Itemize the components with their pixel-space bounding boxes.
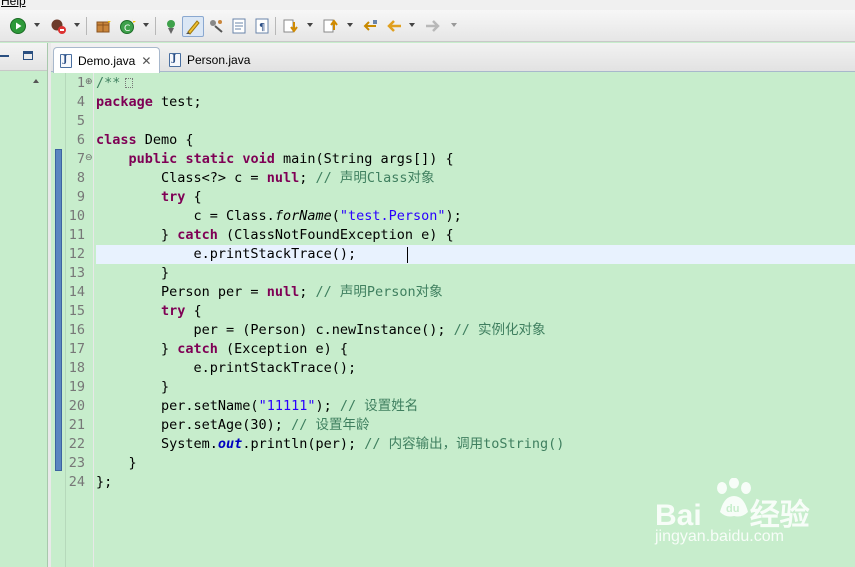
open-type-icon[interactable] bbox=[162, 17, 180, 35]
line-number: 13 bbox=[68, 265, 85, 281]
back-dropdown-icon[interactable] bbox=[409, 23, 415, 27]
code-line[interactable]: } bbox=[96, 378, 169, 397]
code-line[interactable]: } bbox=[96, 264, 169, 283]
line-number: 8 bbox=[76, 170, 85, 186]
previous-annotation-icon[interactable] bbox=[322, 17, 340, 35]
toolbar: C ¶ bbox=[0, 10, 855, 42]
code-line[interactable]: } bbox=[96, 454, 137, 473]
line-number: 4 bbox=[76, 94, 85, 110]
line-number: 6 bbox=[76, 132, 85, 148]
code-line[interactable]: try { bbox=[96, 302, 202, 321]
code-line[interactable]: public static void main(String args[]) { bbox=[96, 150, 454, 169]
collapse-fold-icon[interactable]: ⊖ bbox=[85, 153, 93, 163]
code-line[interactable]: per = (Person) c.newInstance(); // 实例化对象 bbox=[96, 321, 546, 340]
range-indicator bbox=[55, 149, 62, 471]
line-number: 10 bbox=[68, 208, 85, 224]
code-line[interactable]: per.setAge(30); // 设置年龄 bbox=[96, 416, 369, 435]
close-icon[interactable]: ✕ bbox=[141, 54, 151, 68]
scroll-up-icon[interactable] bbox=[33, 79, 39, 83]
baidu-jingyan-watermark: Bai 经验 du jingyan.baidu.com bbox=[655, 478, 855, 567]
code-line[interactable]: Class<?> c = null; // 声明Class对象 bbox=[96, 169, 434, 188]
code-line[interactable]: System.out.println(per); // 内容输出，调用toStr… bbox=[96, 435, 564, 454]
new-java-package-icon[interactable] bbox=[94, 17, 112, 35]
folded-comment-indicator[interactable] bbox=[125, 78, 133, 88]
vertical-ruler bbox=[51, 73, 66, 567]
code-line[interactable]: e.printStackTrace(); bbox=[96, 359, 357, 378]
line-number: 19 bbox=[68, 379, 85, 395]
line-number: 1 bbox=[76, 75, 85, 91]
next-annotation-dropdown-icon[interactable] bbox=[307, 23, 313, 27]
code-line[interactable]: e.printStackTrace(); bbox=[96, 245, 357, 264]
maximize-icon[interactable] bbox=[23, 51, 33, 60]
line-number: 5 bbox=[76, 113, 85, 129]
show-whitespace-icon[interactable] bbox=[230, 17, 248, 35]
tab-label: Demo.java bbox=[78, 53, 136, 68]
code-line[interactable]: } catch (Exception e) { bbox=[96, 340, 348, 359]
line-number: 14 bbox=[68, 284, 85, 300]
run-icon[interactable] bbox=[9, 17, 27, 35]
svg-text:C: C bbox=[124, 24, 130, 34]
back-icon[interactable] bbox=[385, 17, 403, 35]
line-number: 17 bbox=[68, 341, 85, 357]
svg-text:du: du bbox=[726, 503, 739, 515]
paw-icon: du bbox=[717, 478, 751, 517]
left-view-header bbox=[0, 43, 47, 71]
code-line[interactable]: }; bbox=[96, 473, 112, 492]
code-line[interactable]: package test; bbox=[96, 93, 202, 112]
code-line[interactable]: c = Class.forName("test.Person"); bbox=[96, 207, 462, 226]
tab-person-java[interactable]: J Person.java bbox=[163, 47, 253, 72]
line-number: 18 bbox=[68, 360, 85, 376]
next-annotation-icon[interactable] bbox=[282, 17, 300, 35]
code-line[interactable]: try { bbox=[96, 188, 202, 207]
line-number: 21 bbox=[68, 417, 85, 433]
line-number: 12 bbox=[68, 246, 85, 262]
code-line[interactable]: /** bbox=[96, 74, 120, 93]
menu-bar: Help bbox=[0, 0, 855, 10]
debug-run-icon[interactable] bbox=[49, 17, 67, 35]
tab-label: Person.java bbox=[187, 52, 251, 67]
code-line[interactable]: Person per = null; // 声明Person对象 bbox=[96, 283, 443, 302]
forward-dropdown-icon[interactable] bbox=[451, 23, 457, 27]
previous-annotation-dropdown-icon[interactable] bbox=[347, 23, 353, 27]
watermark-site: jingyan.baidu.com bbox=[655, 528, 784, 545]
text-caret bbox=[407, 247, 408, 263]
line-number: 15 bbox=[68, 303, 85, 319]
code-line[interactable]: } catch (ClassNotFoundException e) { bbox=[96, 226, 454, 245]
toggle-breadcrumb-icon[interactable] bbox=[207, 17, 225, 35]
java-file-icon: J bbox=[169, 52, 181, 67]
line-number: 7 bbox=[76, 151, 85, 167]
svg-text:¶: ¶ bbox=[259, 22, 265, 33]
forward-icon[interactable] bbox=[424, 17, 442, 35]
editor-tab-bar: J Demo.java ✕ J Person.java bbox=[51, 43, 855, 73]
tab-demo-java[interactable]: J Demo.java ✕ bbox=[53, 47, 160, 73]
line-number: 11 bbox=[68, 227, 85, 243]
expand-fold-icon[interactable]: ⊕ bbox=[85, 77, 93, 87]
block-selection-icon[interactable]: ¶ bbox=[253, 17, 271, 35]
debug-dropdown-icon[interactable] bbox=[74, 23, 80, 27]
line-number: 22 bbox=[68, 436, 85, 452]
line-number: 16 bbox=[68, 322, 85, 338]
left-view-panel bbox=[0, 43, 48, 567]
run-dropdown-icon[interactable] bbox=[34, 23, 40, 27]
line-number: 24 bbox=[68, 474, 85, 490]
line-number: 9 bbox=[76, 189, 85, 205]
last-edit-location-icon[interactable] bbox=[361, 17, 379, 35]
minimize-icon[interactable] bbox=[0, 55, 9, 57]
line-number: 20 bbox=[68, 398, 85, 414]
new-class-icon[interactable]: C bbox=[119, 17, 137, 35]
menu-help[interactable]: Help bbox=[1, 0, 26, 8]
toggle-mark-occurrences-icon[interactable] bbox=[182, 16, 204, 37]
new-dropdown-icon[interactable] bbox=[143, 23, 149, 27]
code-line[interactable]: class Demo { bbox=[96, 131, 194, 150]
line-number: 23 bbox=[68, 455, 85, 471]
java-file-icon: J bbox=[60, 53, 72, 68]
code-line[interactable]: per.setName("11111"); // 设置姓名 bbox=[96, 397, 418, 416]
